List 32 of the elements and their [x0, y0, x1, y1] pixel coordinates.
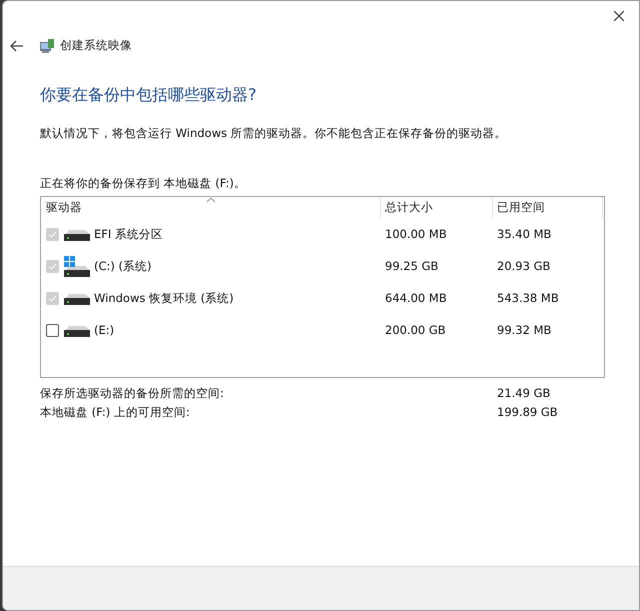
back-button[interactable]	[9, 38, 25, 54]
checkbox[interactable]	[46, 324, 59, 337]
column-header[interactable]: 已用空间	[493, 196, 603, 218]
page-heading: 你要在备份中包括哪些驱动器?	[40, 84, 258, 106]
column-header[interactable]: 驱动器	[41, 196, 381, 218]
hard-drive-icon	[63, 228, 91, 242]
drive-name: EFI 系统分区	[94, 226, 163, 243]
summary-label: 本地磁盘 (F:) 上的可用空间:	[40, 404, 191, 422]
drive-name: Windows 恢复环境 (系统)	[94, 290, 234, 307]
computer-backup-icon	[39, 38, 55, 54]
description-text: 默认情况下，将包含运行 Windows 所需的驱动器。你不能包含正在保存备份的驱动器。	[40, 125, 508, 142]
summary-value: 199.89 GB	[497, 404, 558, 422]
column-header[interactable]: 总计大小	[381, 196, 493, 218]
back-icon	[10, 40, 24, 52]
table-cell-text: 543.38 MB	[496, 290, 560, 307]
table-cell-text: 644.00 MB	[384, 290, 448, 307]
hard-drive-icon	[63, 292, 91, 306]
summary-value: 21.49 GB	[497, 385, 550, 402]
drive-name: (C:) (系统)	[94, 258, 152, 275]
table-cell-text: 200.00 GB	[384, 322, 447, 339]
table-cell-text: 100.00 MB	[384, 226, 448, 243]
drive-name: (E:)	[94, 322, 114, 339]
table-cell-text: 20.93 GB	[496, 258, 552, 275]
close-icon	[614, 11, 624, 21]
table-cell-text: 99.32 MB	[496, 322, 552, 339]
table-cell-text: 99.25 GB	[384, 258, 440, 275]
windows-drive-icon	[63, 256, 91, 278]
table-cell-text: 35.40 MB	[496, 226, 552, 243]
summary-label: 保存所选驱动器的备份所需的空间:	[40, 385, 225, 402]
destination-text: 正在将你的备份保存到 本地磁盘 (F:)。	[40, 175, 247, 192]
window-title: 创建系统映像	[60, 37, 132, 54]
hard-drive-icon	[63, 324, 91, 338]
